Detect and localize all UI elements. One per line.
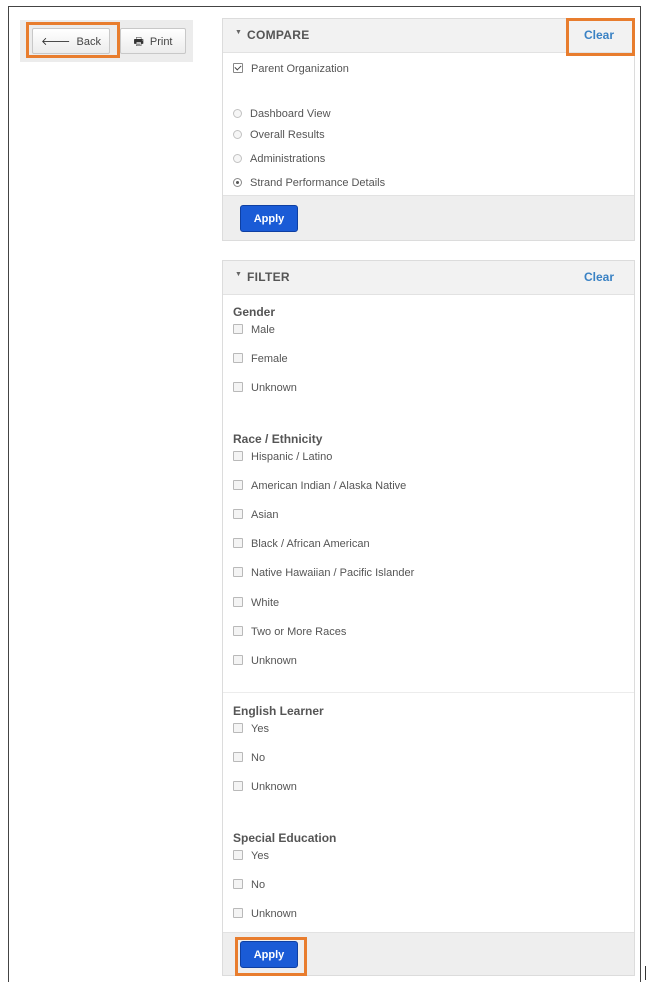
checkbox-sped-unknown[interactable]: Unknown — [233, 906, 297, 922]
section-divider — [223, 692, 634, 693]
print-button-label: Print — [149, 36, 173, 48]
gender-group-title: Gender — [233, 305, 276, 319]
checkbox-icon[interactable] — [233, 655, 243, 666]
checkbox-icon[interactable] — [233, 626, 243, 637]
checkbox-label: Black / African American — [251, 538, 370, 550]
checkbox-label: Asian — [251, 509, 279, 521]
checkbox-icon[interactable] — [233, 451, 243, 462]
checkbox-gender-unknown[interactable]: Unknown — [233, 380, 297, 396]
radio-icon[interactable] — [233, 153, 242, 163]
checkbox-icon[interactable] — [233, 353, 243, 364]
checkbox-label: Unknown — [251, 382, 297, 394]
printer-icon: 🖶 — [133, 36, 144, 48]
race-ethnicity-group-title: Race / Ethnicity — [233, 432, 323, 446]
checkbox-label: Hispanic / Latino — [251, 451, 333, 463]
radio-label: Strand Performance Details — [250, 177, 386, 189]
checkbox-male[interactable]: Male — [233, 322, 275, 338]
checkbox-icon[interactable] — [233, 509, 243, 520]
compare-apply-button[interactable]: Apply — [240, 205, 298, 232]
compare-title: COMPARE — [247, 28, 310, 42]
filter-panel: ▼ FILTER Clear Gender Male Female Unknow… — [222, 260, 635, 976]
radio-overall-results[interactable]: Overall Results — [233, 127, 325, 143]
checkbox-label: Female — [251, 353, 288, 365]
checkbox-label: Unknown — [251, 781, 297, 793]
checkbox-label: Yes — [251, 723, 269, 735]
checkbox-race-unknown[interactable]: Unknown — [233, 653, 297, 669]
radio-dashboard-view[interactable]: Dashboard View — [233, 106, 331, 122]
filter-clear-link[interactable]: Clear — [584, 270, 614, 284]
checkbox-icon[interactable] — [233, 324, 243, 335]
checkbox-label: Male — [251, 324, 275, 336]
checkbox-el-no[interactable]: No — [233, 750, 265, 766]
checkbox-american-indian[interactable]: American Indian / Alaska Native — [233, 478, 406, 494]
filter-header[interactable]: ▼ FILTER Clear — [223, 261, 634, 295]
radio-icon[interactable] — [233, 129, 242, 139]
clear-highlight-box — [566, 18, 635, 56]
checkbox-icon[interactable] — [233, 382, 243, 393]
checkbox-icon[interactable] — [233, 781, 243, 792]
checkbox-icon[interactable] — [233, 538, 243, 549]
checkbox-two-or-more-races[interactable]: Two or More Races — [233, 624, 346, 640]
checkbox-white[interactable]: White — [233, 595, 279, 611]
radio-label: Dashboard View — [250, 108, 331, 120]
checkbox-icon[interactable] — [233, 850, 243, 861]
checkbox-label: Yes — [251, 850, 269, 862]
radio-icon[interactable] — [233, 108, 242, 118]
checkbox-label: Unknown — [251, 655, 297, 667]
checkbox-el-unknown[interactable]: Unknown — [233, 779, 297, 795]
apply-highlight-box — [235, 937, 307, 976]
checkbox-label: American Indian / Alaska Native — [251, 480, 407, 492]
text-cursor — [645, 966, 646, 980]
checkbox-label: Parent Organization — [251, 63, 349, 75]
collapse-caret-icon[interactable]: ▼ — [235, 29, 242, 36]
radio-administrations[interactable]: Administrations — [233, 151, 325, 167]
checkbox-label: No — [251, 752, 266, 764]
checkbox-label: Native Hawaiian / Pacific Islander — [251, 567, 415, 579]
checkbox-icon[interactable] — [233, 908, 243, 919]
checkbox-icon[interactable] — [233, 597, 243, 608]
radio-strand-performance-details[interactable]: Strand Performance Details — [233, 175, 385, 191]
checkbox-label: Unknown — [251, 908, 297, 920]
checkbox-checked-icon[interactable] — [233, 63, 243, 74]
radio-label: Administrations — [250, 153, 326, 165]
checkbox-asian[interactable]: Asian — [233, 507, 279, 523]
radio-label: Overall Results — [250, 129, 325, 141]
radio-selected-icon[interactable] — [233, 177, 242, 187]
checkbox-label: White — [251, 597, 280, 609]
checkbox-icon[interactable] — [233, 567, 243, 578]
checkbox-hispanic-latino[interactable]: Hispanic / Latino — [233, 449, 332, 465]
print-button[interactable]: 🖶 Print — [120, 28, 186, 54]
checkbox-sped-yes[interactable]: Yes — [233, 848, 269, 864]
checkbox-icon[interactable] — [233, 879, 243, 890]
checkbox-sped-no[interactable]: No — [233, 877, 265, 893]
checkbox-icon[interactable] — [233, 723, 243, 734]
special-education-group-title: Special Education — [233, 831, 337, 845]
compare-footer: Apply — [223, 195, 634, 240]
checkbox-female[interactable]: Female — [233, 351, 288, 367]
parent-organization-checkbox[interactable]: Parent Organization — [233, 61, 349, 77]
back-highlight-box — [26, 22, 120, 58]
checkbox-icon[interactable] — [233, 480, 243, 491]
checkbox-label: No — [251, 879, 266, 891]
collapse-caret-icon[interactable]: ▼ — [235, 271, 242, 278]
filter-title: FILTER — [247, 270, 290, 284]
checkbox-icon[interactable] — [233, 752, 243, 763]
checkbox-native-hawaiian[interactable]: Native Hawaiian / Pacific Islander — [233, 565, 414, 581]
checkbox-el-yes[interactable]: Yes — [233, 721, 269, 737]
checkbox-black-african-american[interactable]: Black / African American — [233, 536, 370, 552]
english-learner-group-title: English Learner — [233, 704, 324, 718]
checkbox-label: Two or More Races — [251, 626, 347, 638]
